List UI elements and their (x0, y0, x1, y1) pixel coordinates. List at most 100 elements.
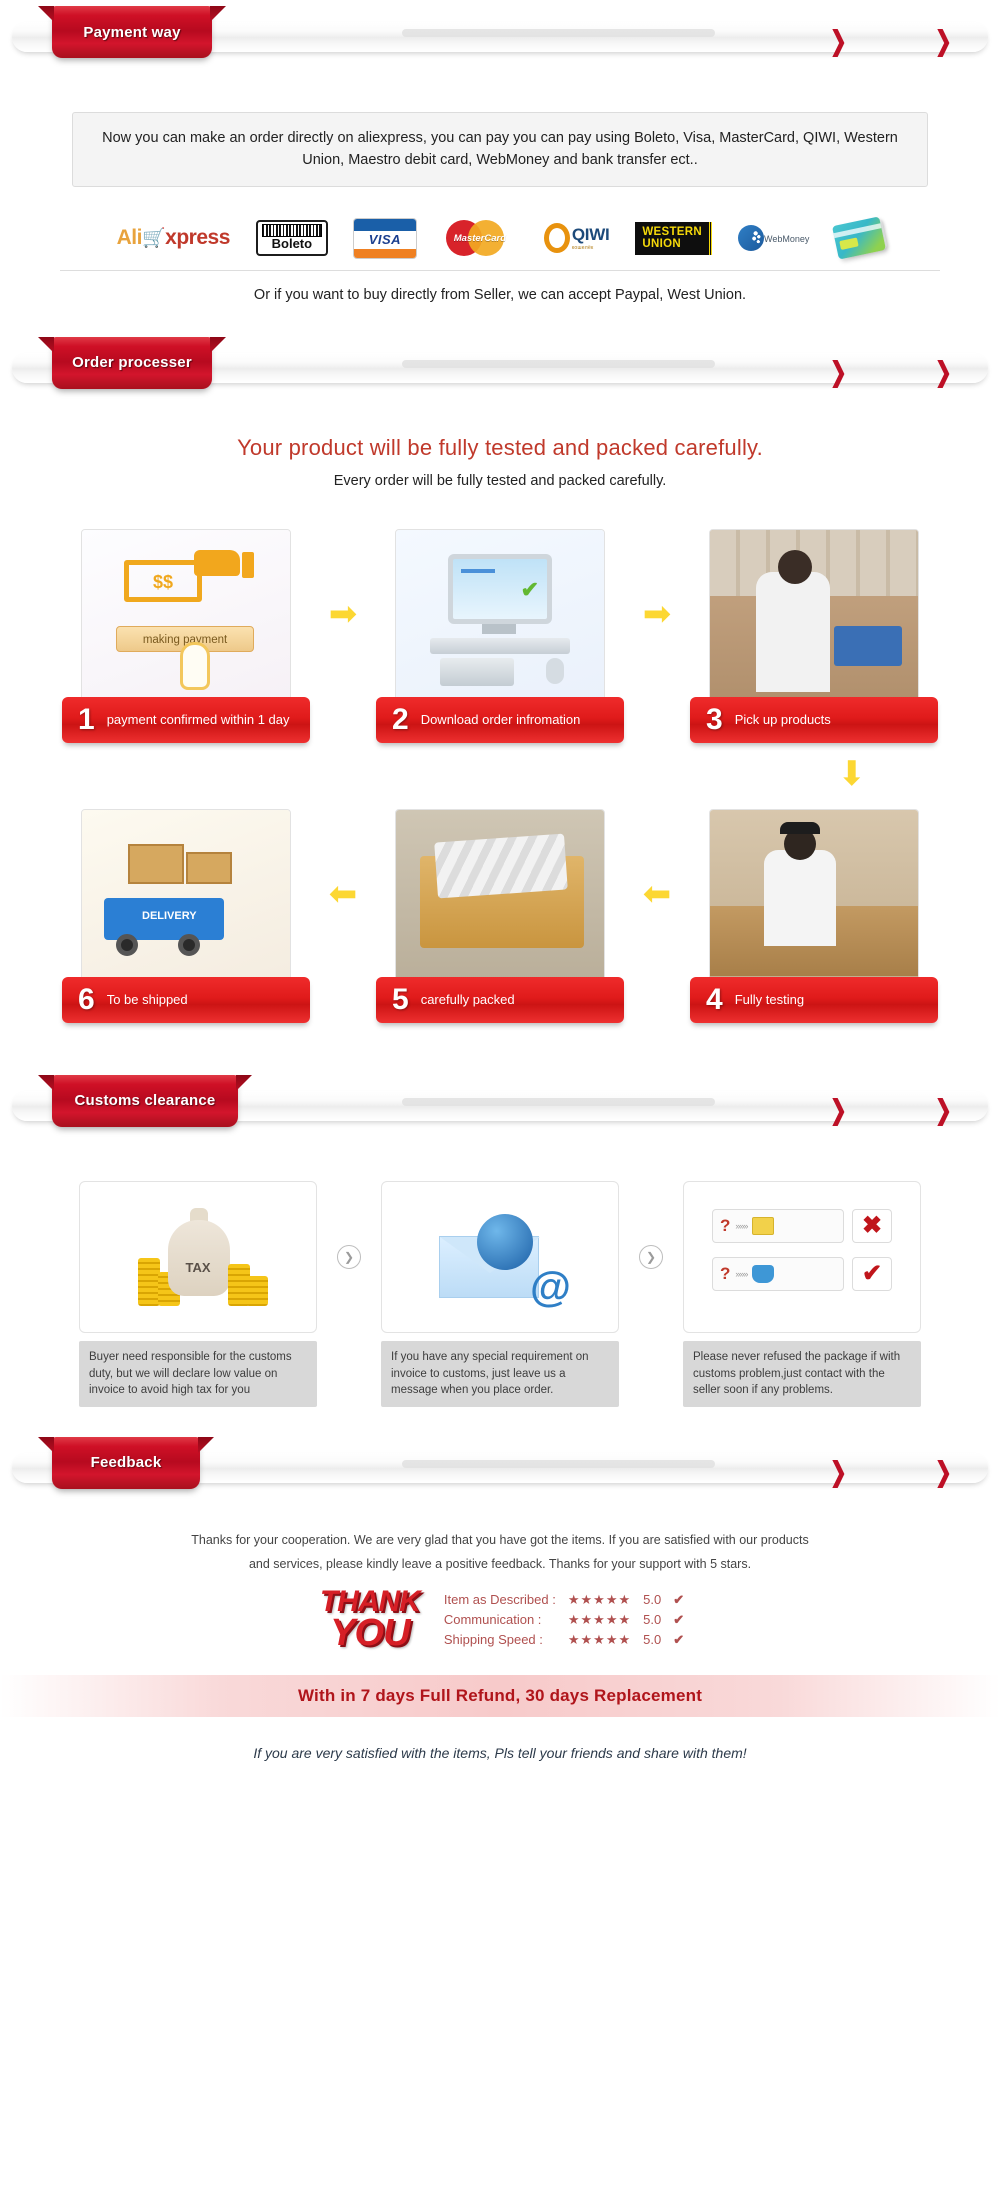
step-caption: 4 Fully testing (690, 976, 938, 1023)
step-caption: 5 carefully packed (376, 976, 624, 1023)
rating-row: Item as Described : ★★★★★ 5.0 ✔ (438, 1590, 690, 1610)
rating-check-icon: ✔ (673, 1591, 685, 1607)
step-caption: 6 To be shipped (62, 976, 310, 1023)
share-note: If you are very satisfied with the items… (253, 1745, 747, 1761)
customs-note: Please never refused the package if with… (683, 1340, 921, 1407)
western-union-line2: UNION (642, 238, 681, 251)
rating-label: Shipping Speed : (443, 1632, 543, 1648)
step-text: Download order infromation (420, 711, 581, 727)
feedback-paragraph: Thanks for your cooperation. We are very… (191, 1532, 809, 1571)
refuse-row-phone: ? »»» ✔ (712, 1256, 892, 1291)
order-process-subtitle: Every order will be fully tested and pac… (333, 472, 667, 489)
customs-note: If you have any special requirement on i… (381, 1340, 619, 1407)
customs-cards-row: TAX Buyer need responsible for the custo… (0, 1180, 1000, 1407)
qiwi-logo: QIWI кошелёк (543, 216, 610, 260)
tester-cap (780, 821, 820, 834)
truck-icon (104, 897, 224, 940)
customs-card-image: ? »»» ✖ ? »»» ✔ (683, 1180, 921, 1333)
coin-stack (246, 1275, 268, 1306)
chevron-right-icon: ❯ (935, 356, 953, 387)
customs-separator: ❯ (619, 1181, 683, 1269)
step-image: ✔ (395, 528, 605, 707)
step-number: 2 (392, 702, 409, 736)
step-image (709, 528, 919, 707)
circle-arrow-right-icon: ❯ (337, 1244, 361, 1269)
arrow-right-icon (315, 597, 371, 631)
step-text: Pick up products (734, 711, 831, 727)
qiwi-label: QIWI (571, 225, 610, 245)
rating-score: 5.0 (643, 1592, 662, 1608)
ribbon-label: Customs clearance (74, 1092, 216, 1110)
section-banner-customs: Customs clearance ❯ ❯ (0, 1069, 1000, 1137)
customs-card-refuse: ? »»» ✖ ? »»» ✔ Please never refused the… (683, 1180, 921, 1407)
aliexpress-xpress-text: xpress (165, 226, 230, 250)
question-mark-icon: ? (720, 1215, 731, 1235)
webmoney-globe-icon (738, 225, 764, 252)
dots-icon: »»» (735, 1268, 748, 1279)
step-text: Fully testing (734, 991, 805, 1007)
process-step-6: 6 To be shipped (57, 808, 315, 1023)
process-step-4: 4 Fully testing (685, 808, 943, 1023)
ribbon-customs-clearance: Customs clearance (52, 1074, 238, 1127)
phone-question-chip: ? »»» (712, 1256, 844, 1291)
arrow-right-icon (629, 597, 685, 631)
monitor-stand (482, 623, 516, 634)
product-description-page: Payment way ❯ ❯ Now you can make an orde… (0, 0, 1000, 1795)
step-text: To be shipped (106, 991, 188, 1007)
section-banner-order: Order processer ❯ ❯ (0, 331, 1000, 399)
arrow-down-wrap: ⬇ (0, 757, 1000, 791)
qiwi-sublabel: кошелёк (571, 245, 594, 252)
antistatic-bags (434, 833, 568, 899)
customs-card-image: TAX (79, 1180, 317, 1333)
customs-separator: ❯ (317, 1181, 381, 1269)
chevron-right-icon: ❯ (830, 1456, 848, 1487)
money-bag (168, 1219, 230, 1296)
section-banner-payment: Payment way ❯ ❯ (0, 0, 1000, 68)
rating-score: 5.0 (643, 1632, 662, 1648)
step-text: carefully packed (420, 991, 515, 1007)
telephone-icon (752, 1264, 775, 1283)
chevron-right-icon: ❯ (830, 356, 848, 387)
rating-stars: ★★★★★ (567, 1631, 632, 1647)
ribbon-feedback: Feedback (52, 1436, 200, 1489)
maestro-card-logo (832, 216, 889, 261)
customs-card-tax: TAX Buyer need responsible for the custo… (79, 1180, 317, 1407)
process-step-3: 3 Pick up products (685, 528, 943, 743)
warehouse-pick-photo (710, 529, 918, 706)
package-question-chip: ? »»» (712, 1208, 844, 1243)
western-union-line1: WESTERN (642, 226, 702, 239)
step-text: payment confirmed within 1 day (106, 711, 290, 727)
rating-score: 5.0 (643, 1612, 662, 1628)
chevron-right-icon: ❯ (935, 26, 953, 56)
money-note-icon: $$ (124, 559, 202, 602)
globe-icon (477, 1213, 533, 1270)
ribbon-order-processer: Order processer (52, 336, 212, 389)
visa-bottom-band (353, 248, 416, 258)
rating-stars: ★★★★★ (567, 1611, 632, 1627)
boleto-label: Boleto (271, 236, 313, 252)
process-step-1: $$ making payment 1 payment confirmed wi… (57, 528, 315, 743)
package-box (186, 851, 232, 884)
process-step-2: ✔ 2 Download order infromation (371, 528, 629, 743)
worker-head (778, 549, 812, 584)
ribbon-label: Payment way (83, 23, 181, 41)
process-steps-row-2: 6 To be shipped 5 carefully packed (0, 808, 1000, 1023)
at-sign-icon: @ (530, 1262, 571, 1310)
chevron-right-icon: ❯ (935, 1456, 953, 1487)
payment-footer-note: Or if you want to buy directly from Sell… (253, 286, 747, 303)
tax-money-bag-icon: TAX (128, 1202, 268, 1312)
webmoney-label: WebMoney (764, 234, 810, 245)
thank-you-line2: YOU (330, 1612, 410, 1655)
check-mark-box: ✔ (852, 1256, 892, 1291)
refund-banner: With in 7 days Full Refund, 30 days Repl… (0, 1675, 1000, 1717)
dots-icon: »»» (735, 1220, 748, 1231)
visa-label: VISA (353, 230, 416, 249)
ribbon-label: Feedback (90, 1454, 162, 1472)
webmoney-logo: WebMoney (738, 216, 809, 260)
making-payment-illustration: $$ making payment (82, 529, 290, 706)
package-icon (752, 1216, 775, 1235)
delivery-truck-illustration (82, 809, 290, 986)
process-step-5: 5 carefully packed (371, 808, 629, 1023)
payment-note: Now you can make an order directly on al… (72, 112, 928, 187)
chevron-right-icon: ❯ (830, 26, 848, 56)
